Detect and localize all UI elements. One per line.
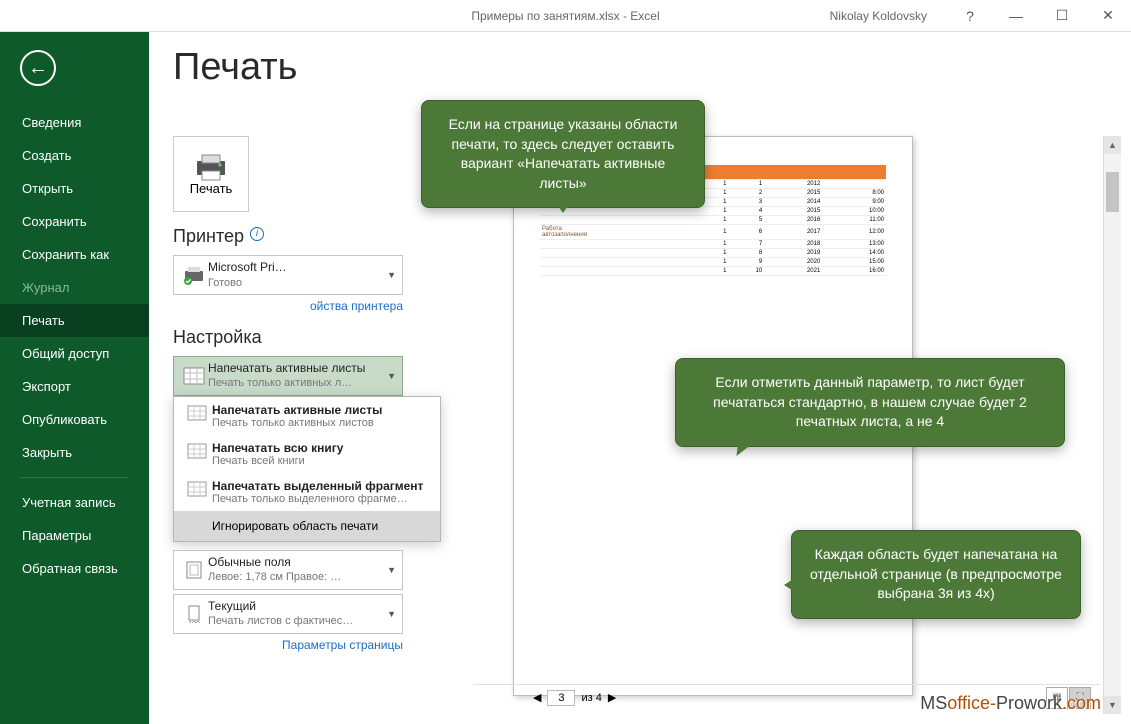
- content-area: Печать Печать Принтер i Microsoft Pri…Го…: [149, 32, 1131, 724]
- nav-lower-item-0[interactable]: Учетная запись: [0, 486, 149, 519]
- sheet-icon: [182, 403, 212, 421]
- user-name: Nikolay Koldovsky: [830, 9, 927, 23]
- scaling-dropdown[interactable]: 100 ТекущийПечать листов с фактичес… ▼: [173, 594, 403, 634]
- nav-item-6[interactable]: Печать: [0, 304, 149, 337]
- close-button[interactable]: ✕: [1085, 0, 1131, 32]
- prev-page-button[interactable]: ◀: [533, 691, 541, 704]
- printer-status-icon: [180, 265, 208, 285]
- settings-heading: Настройка: [173, 327, 453, 348]
- sheets-icon: [180, 367, 208, 385]
- page-number-input[interactable]: [547, 690, 575, 706]
- title-bar: Примеры по занятиям.xlsx - Excel Nikolay…: [0, 0, 1131, 32]
- printer-icon: [193, 153, 229, 181]
- page-title: Печать: [173, 46, 297, 89]
- chevron-down-icon: ▼: [387, 565, 396, 575]
- help-button[interactable]: ?: [947, 0, 993, 32]
- scroll-thumb[interactable]: [1106, 172, 1119, 212]
- nav-separator: [20, 477, 129, 478]
- tooltip-2: Если отметить данный параметр, то лист б…: [675, 358, 1065, 447]
- printer-dropdown[interactable]: Microsoft Pri…Готово ▼: [173, 255, 403, 295]
- nav-item-9[interactable]: Опубликовать: [0, 403, 149, 436]
- window-controls: ? — ☐ ✕: [947, 0, 1131, 32]
- page-setup-link[interactable]: Параметры страницы: [173, 638, 403, 652]
- scroll-up-icon[interactable]: ▲: [1104, 136, 1121, 154]
- minimize-button[interactable]: —: [993, 0, 1039, 32]
- nav-lower-item-1[interactable]: Параметры: [0, 519, 149, 552]
- print-what-flyout: Напечатать активные листыПечать только а…: [173, 396, 441, 542]
- nav-item-0[interactable]: Сведения: [0, 106, 149, 139]
- svg-text:100: 100: [188, 621, 200, 623]
- tooltip-3: Каждая область будет напечатана на отдел…: [791, 530, 1081, 619]
- print-what-dropdown[interactable]: Напечатать активные листыПечать только а…: [173, 356, 403, 396]
- watermark: MSoffice-Prowork.com: [920, 693, 1101, 714]
- nav-item-7[interactable]: Общий доступ: [0, 337, 149, 370]
- sheet-icon: [182, 441, 212, 459]
- nav-item-5[interactable]: Журнал: [0, 271, 149, 304]
- preview-scrollbar[interactable]: ▲ ▼: [1103, 136, 1121, 714]
- nav-item-1[interactable]: Создать: [0, 139, 149, 172]
- info-icon[interactable]: i: [250, 227, 264, 241]
- page-count-label: из 4: [581, 692, 601, 704]
- nav-item-4[interactable]: Сохранить как: [0, 238, 149, 271]
- flyout-item-0[interactable]: Напечатать активные листыПечать только а…: [174, 397, 440, 435]
- nav-item-3[interactable]: Сохранить: [0, 205, 149, 238]
- chevron-down-icon: ▼: [387, 270, 396, 280]
- flyout-item-2[interactable]: Напечатать выделенный фрагментПечать тол…: [174, 473, 440, 511]
- flyout-item-1[interactable]: Напечатать всю книгуПечать всей книги: [174, 435, 440, 473]
- chevron-down-icon: ▼: [387, 371, 396, 381]
- scroll-down-icon[interactable]: ▼: [1104, 696, 1121, 714]
- backstage-sidebar: ← СведенияСоздатьОткрытьСохранитьСохрани…: [0, 32, 149, 724]
- margins-dropdown[interactable]: Обычные поляЛевое: 1,78 см Правое: … ▼: [173, 550, 403, 590]
- nav-item-10[interactable]: Закрыть: [0, 436, 149, 469]
- sheet-icon: [182, 479, 212, 497]
- nav-item-8[interactable]: Экспорт: [0, 370, 149, 403]
- margins-icon: [180, 561, 208, 579]
- print-button[interactable]: Печать: [173, 136, 249, 212]
- next-page-button[interactable]: ▶: [608, 691, 616, 704]
- printer-properties-link[interactable]: ойства принтера: [173, 299, 403, 313]
- printer-heading: Принтер: [173, 226, 244, 247]
- back-button[interactable]: ←: [20, 50, 56, 86]
- nav-lower-item-2[interactable]: Обратная связь: [0, 552, 149, 585]
- maximize-button[interactable]: ☐: [1039, 0, 1085, 32]
- chevron-down-icon: ▼: [387, 609, 396, 619]
- ignore-print-area-option[interactable]: Игнорировать область печати: [174, 511, 440, 541]
- nav-item-2[interactable]: Открыть: [0, 172, 149, 205]
- scale-icon: 100: [180, 605, 208, 623]
- tooltip-1: Если на странице указаны области печати,…: [421, 100, 705, 208]
